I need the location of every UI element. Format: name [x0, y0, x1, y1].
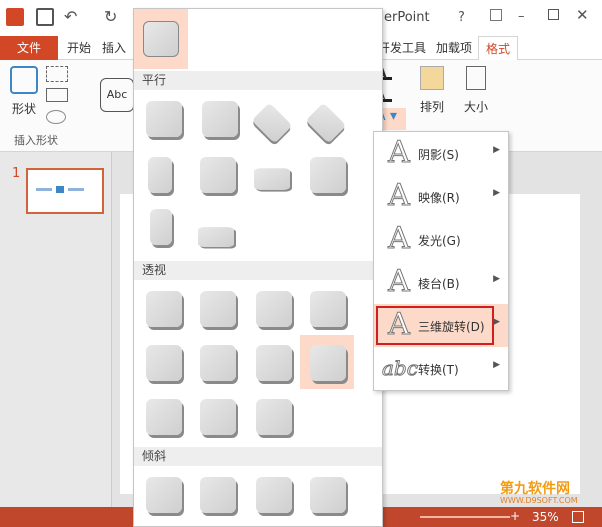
merge-shapes-icon[interactable]: [46, 110, 66, 124]
thumbnail-arrow: [56, 186, 64, 193]
tab-developer[interactable]: 开发工具: [376, 36, 428, 60]
arrange-icon[interactable]: [420, 66, 444, 90]
parallel-preset[interactable]: [251, 102, 293, 144]
arrange-label[interactable]: 排列: [420, 98, 444, 115]
shape-button-label[interactable]: 形状: [12, 100, 36, 117]
minimize-icon[interactable]: –: [518, 9, 525, 24]
help-icon[interactable]: ?: [458, 10, 465, 25]
shadow-effect-icon: A: [388, 135, 411, 170]
zoom-slider[interactable]: [420, 516, 510, 518]
parallel-preset[interactable]: [254, 168, 290, 190]
oblique-preset[interactable]: [310, 477, 346, 513]
save-icon[interactable]: [36, 8, 54, 26]
shape-style-preview[interactable]: Abc: [100, 78, 134, 112]
perspective-preset[interactable]: [146, 291, 182, 327]
undo-icon[interactable]: ↶: [64, 8, 82, 26]
3d-rotation-effect-icon: A: [388, 307, 411, 342]
powerpoint-logo-icon: [6, 8, 24, 26]
submenu-arrow-icon: ▶: [493, 145, 500, 155]
tab-addins[interactable]: 加载项: [432, 36, 476, 60]
parallel-preset[interactable]: [146, 101, 182, 137]
tab-file[interactable]: 文件: [0, 36, 58, 60]
perspective-preset[interactable]: [146, 345, 182, 381]
slide-thumbnail[interactable]: [26, 168, 104, 214]
menu-item-transform[interactable]: abc 转换(T) ▶: [374, 347, 508, 390]
tab-format[interactable]: 格式: [478, 36, 518, 60]
oblique-preset[interactable]: [256, 477, 292, 513]
reflection-effect-icon: A: [388, 178, 411, 213]
no-rotation-preset[interactable]: [143, 21, 179, 57]
zoom-level[interactable]: 35%: [532, 510, 559, 524]
bevel-effect-icon: A: [388, 264, 411, 299]
perspective-preset[interactable]: [146, 399, 182, 435]
transform-effect-icon: abc: [382, 356, 419, 381]
parallel-preset[interactable]: [202, 101, 238, 137]
parallel-preset[interactable]: [150, 209, 172, 245]
insert-shapes-group-label: 插入形状: [14, 134, 58, 147]
menu-item-bevel[interactable]: A 棱台(B) ▶: [374, 261, 508, 304]
close-icon[interactable]: ✕: [576, 6, 589, 24]
perspective-preset[interactable]: [310, 291, 346, 327]
menu-item-3d-rotation[interactable]: A 三维旋转(D) ▶: [374, 304, 508, 347]
shapes-icon[interactable]: [10, 66, 38, 94]
parallel-preset[interactable]: [305, 102, 347, 144]
submenu-arrow-icon: ▶: [493, 274, 500, 284]
watermark-text: 第九软件网: [500, 481, 570, 497]
text-effects-menu: A 阴影(S) ▶ A 映像(R) ▶ A 发光(G) A 棱台(B) ▶ A …: [373, 131, 509, 391]
perspective-preset[interactable]: [200, 291, 236, 327]
perspective-preset[interactable]: [310, 345, 346, 381]
window-title: erPoint: [384, 10, 430, 25]
parallel-preset[interactable]: [148, 157, 172, 193]
fit-slide-icon[interactable]: [572, 511, 584, 523]
size-icon[interactable]: [466, 66, 486, 90]
perspective-preset[interactable]: [256, 399, 292, 435]
zoom-in-icon[interactable]: +: [510, 509, 520, 523]
perspective-preset[interactable]: [200, 345, 236, 381]
text-box-icon[interactable]: [46, 88, 68, 102]
oblique-preset[interactable]: [200, 477, 236, 513]
submenu-arrow-icon: ▶: [493, 360, 500, 370]
thumbnail-shape: [36, 188, 52, 191]
size-label[interactable]: 大小: [464, 98, 488, 115]
restore-icon[interactable]: [548, 9, 559, 20]
parallel-preset[interactable]: [200, 157, 236, 193]
section-oblique: 倾斜: [134, 447, 382, 466]
thumbnail-shape: [68, 188, 84, 191]
menu-item-reflection[interactable]: A 映像(R) ▶: [374, 175, 508, 218]
tab-insert[interactable]: 插入: [98, 36, 130, 60]
perspective-preset[interactable]: [256, 345, 292, 381]
submenu-arrow-icon: ▶: [493, 188, 500, 198]
edit-shape-icon[interactable]: [46, 66, 68, 82]
rotation-gallery: 平行 透视 倾斜: [133, 8, 383, 527]
parallel-preset[interactable]: [198, 227, 234, 247]
glow-effect-icon: A: [388, 221, 411, 256]
section-parallel: 平行: [134, 71, 382, 90]
section-perspective: 透视: [134, 261, 382, 280]
submenu-arrow-icon: ▶: [493, 317, 500, 327]
menu-item-shadow[interactable]: A 阴影(S) ▶: [374, 132, 508, 175]
tab-home[interactable]: 开始: [62, 36, 96, 60]
oblique-preset[interactable]: [146, 477, 182, 513]
ribbon-display-icon[interactable]: [490, 9, 502, 21]
perspective-preset[interactable]: [256, 291, 292, 327]
watermark-url: WWW.D9SOFT.COM: [500, 496, 578, 505]
parallel-preset[interactable]: [310, 157, 346, 193]
menu-item-glow[interactable]: A 发光(G): [374, 218, 508, 261]
redo-icon[interactable]: ↻: [104, 8, 122, 26]
perspective-preset[interactable]: [200, 399, 236, 435]
slide-number: 1: [12, 166, 21, 181]
